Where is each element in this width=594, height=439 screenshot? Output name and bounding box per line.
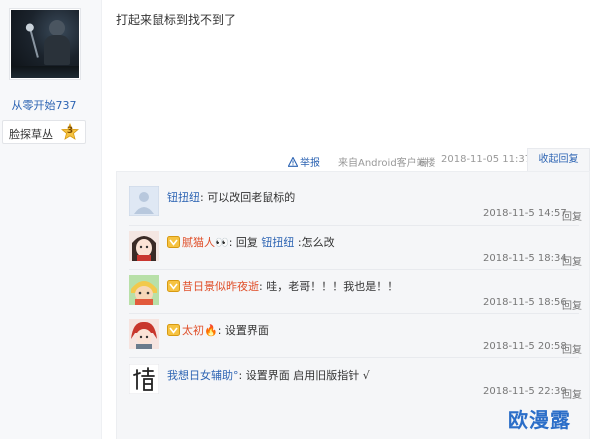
reply-username[interactable]: 腻猫人👀 xyxy=(182,236,229,249)
reply-time: 2018-11-5 18:56 xyxy=(483,297,567,308)
reply-username[interactable]: 太初🔥 xyxy=(182,324,218,337)
reply-text-line: 腻猫人👀: 回复 钮扭纽 :怎么改 xyxy=(167,234,335,250)
reply-button[interactable]: 回复 xyxy=(562,341,582,356)
reply-list: 钮扭纽: 可以改回老鼠标的 2018-11-5 14:57 回复 腻猫人👀: 回… xyxy=(116,171,590,439)
cartoon-avatar[interactable] xyxy=(129,275,159,305)
singer-avatar-image xyxy=(11,10,79,78)
reply-item: 腻猫人👀: 回复 钮扭纽 :怎么改 2018-11-5 18:34 回复 xyxy=(117,231,591,277)
reply-text-line: 我想日女辅助°: 设置界面 启用旧版指针 √ xyxy=(167,367,370,383)
vip-icon xyxy=(167,236,180,248)
vip-icon xyxy=(167,280,180,292)
watermark-logo: 欧漫露 xyxy=(508,408,571,432)
reply-button[interactable]: 回复 xyxy=(562,253,582,268)
reply-text-line: 钮扭纽: 可以改回老鼠标的 xyxy=(167,189,295,205)
anime-girl-avatar[interactable] xyxy=(129,231,159,261)
reply-username[interactable]: 昔日景似昨夜逝 xyxy=(182,280,259,293)
post-content: 打起来鼠标到找不到了 xyxy=(116,13,237,27)
warning-icon xyxy=(288,157,298,167)
post-time: 2018-11-05 11:37 xyxy=(441,154,532,165)
report-label: 举报 xyxy=(300,158,320,169)
red-hair-avatar[interactable] xyxy=(129,319,159,349)
badge-level-number: 3 xyxy=(66,126,74,136)
reply-item: 昔日景似昨夜逝: 哇，老哥！！！我也是！！ 2018-11-5 18:56 回复 xyxy=(117,275,591,321)
member-badge[interactable]: 脸探草丛 3 xyxy=(2,120,86,144)
badge-name: 脸探草丛 xyxy=(9,128,53,141)
reply-time: 2018-11-5 22:39 xyxy=(483,386,567,397)
vip-icon xyxy=(167,324,180,336)
author-avatar[interactable] xyxy=(9,8,81,80)
collapse-replies-button[interactable]: 收起回复 xyxy=(527,148,590,172)
reply-username[interactable]: 我想日女辅助° xyxy=(167,369,239,382)
reply-text: 哇，老哥！！！我也是！！ xyxy=(266,280,399,293)
reply-item: 太初🔥: 设置界面 2018-11-5 20:58 回复 xyxy=(117,319,591,365)
level-star-icon: 3 xyxy=(61,123,79,141)
reply-divider xyxy=(129,225,579,226)
report-link[interactable]: 举报 xyxy=(288,154,320,169)
reply-mention[interactable]: 钮扭纽 xyxy=(261,236,294,249)
reply-time: 2018-11-5 20:58 xyxy=(483,341,567,352)
reply-time: 2018-11-5 14:57 xyxy=(483,208,567,219)
default-avatar-icon[interactable] xyxy=(129,186,159,216)
post-floor: 6楼 xyxy=(419,158,436,169)
reply-separator: : xyxy=(238,369,246,382)
reply-button[interactable]: 回复 xyxy=(562,297,582,312)
post-source: 来自Android客户端 xyxy=(338,158,427,169)
reply-text: 设置界面 xyxy=(224,324,269,337)
post-tail: 举报 来自Android客户端 6楼 2018-11-05 11:37 xyxy=(0,154,594,170)
calligraphy-avatar[interactable] xyxy=(129,364,159,394)
reply-prefix: 回复 xyxy=(235,236,262,249)
author-column: 从零开始737 脸探草丛 3 xyxy=(0,0,102,439)
reply-text-line: 太初🔥: 设置界面 xyxy=(167,322,269,338)
author-username[interactable]: 从零开始737 xyxy=(0,97,88,113)
reply-button[interactable]: 回复 xyxy=(562,386,582,401)
reply-separator: : xyxy=(217,324,225,337)
reply-username[interactable]: 钮扭纽 xyxy=(167,191,200,204)
reply-button[interactable]: 回复 xyxy=(562,208,582,223)
reply-time: 2018-11-5 18:34 xyxy=(483,253,567,264)
reply-divider xyxy=(129,357,579,358)
reply-text: 设置界面 启用旧版指针 √ xyxy=(245,369,370,382)
reply-text: :怎么改 xyxy=(294,236,335,249)
reply-divider xyxy=(129,269,579,270)
reply-separator: : xyxy=(228,236,236,249)
reply-divider xyxy=(129,313,579,314)
reply-text-line: 昔日景似昨夜逝: 哇，老哥！！！我也是！！ xyxy=(167,278,398,294)
reply-text: 可以改回老鼠标的 xyxy=(207,191,296,204)
